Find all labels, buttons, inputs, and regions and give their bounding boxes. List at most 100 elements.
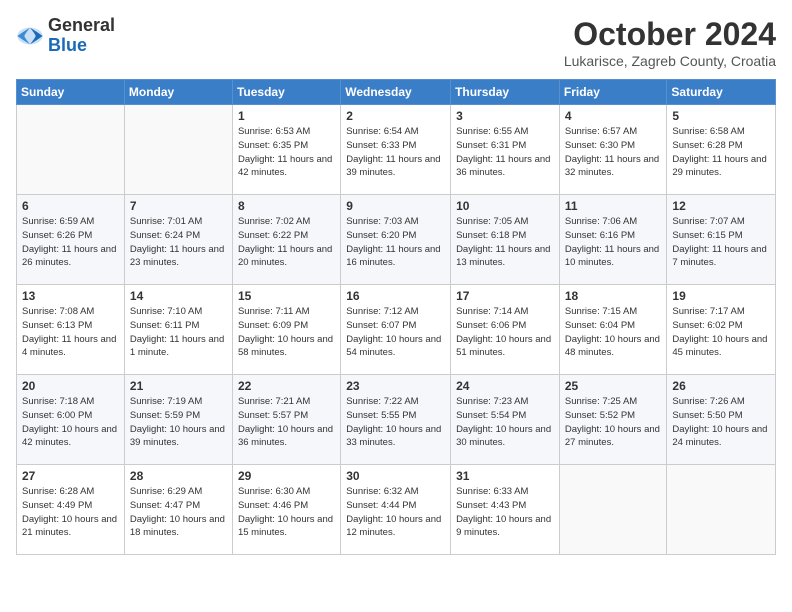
day-info: Sunrise: 7:03 AMSunset: 6:20 PMDaylight:… (346, 215, 445, 270)
day-info: Sunrise: 7:15 AMSunset: 6:04 PMDaylight:… (565, 305, 662, 360)
calendar-cell: 3Sunrise: 6:55 AMSunset: 6:31 PMDaylight… (451, 105, 560, 195)
calendar-cell: 7 Sunrise: 7:01 AMSunset: 6:24 PMDaylight… (124, 195, 232, 285)
calendar-cell: 30 Sunrise: 6:32 AMSunset: 4:44 PMDayligh… (341, 465, 451, 555)
month-title: October 2024 (564, 16, 776, 53)
calendar-cell: 10 Sunrise: 7:05 AMSunset: 6:18 PMDayligh… (451, 195, 560, 285)
day-number: 16 (346, 289, 445, 303)
calendar-cell (17, 105, 125, 195)
day-info: Sunrise: 6:33 AMSunset: 4:43 PMDaylight:… (456, 485, 554, 540)
day-info: Sunrise: 7:12 AMSunset: 6:07 PMDaylight:… (346, 305, 445, 360)
day-info: Sunrise: 6:32 AMSunset: 4:44 PMDaylight:… (346, 485, 445, 540)
day-number: 4 (565, 109, 662, 123)
calendar-cell: 12 Sunrise: 7:07 AMSunset: 6:15 PMDayligh… (667, 195, 776, 285)
calendar-cell: 5Sunrise: 6:58 AMSunset: 6:28 PMDaylight… (667, 105, 776, 195)
day-number: 20 (22, 379, 119, 393)
header-monday: Monday (124, 80, 232, 105)
day-number: 2 (346, 109, 445, 123)
calendar-cell: 16 Sunrise: 7:12 AMSunset: 6:07 PMDayligh… (341, 285, 451, 375)
day-number: 10 (456, 199, 554, 213)
day-info: Sunrise: 6:54 AMSunset: 6:33 PMDaylight:… (346, 125, 445, 180)
day-info: Sunrise: 6:28 AMSunset: 4:49 PMDaylight:… (22, 485, 119, 540)
calendar-cell: 18 Sunrise: 7:15 AMSunset: 6:04 PMDayligh… (559, 285, 667, 375)
logo-blue: Blue (48, 36, 115, 56)
day-number: 31 (456, 469, 554, 483)
calendar-cell: 27 Sunrise: 6:28 AMSunset: 4:49 PMDayligh… (17, 465, 125, 555)
day-info: Sunrise: 7:01 AMSunset: 6:24 PMDaylight:… (130, 215, 227, 270)
day-number: 3 (456, 109, 554, 123)
calendar-cell: 4Sunrise: 6:57 AMSunset: 6:30 PMDaylight… (559, 105, 667, 195)
day-number: 22 (238, 379, 335, 393)
day-info: Sunrise: 7:08 AMSunset: 6:13 PMDaylight:… (22, 305, 119, 360)
title-block: October 2024 Lukarisce, Zagreb County, C… (564, 16, 776, 69)
day-info: Sunrise: 7:02 AMSunset: 6:22 PMDaylight:… (238, 215, 335, 270)
day-info: Sunrise: 7:18 AMSunset: 6:00 PMDaylight:… (22, 395, 119, 450)
calendar-table: SundayMondayTuesdayWednesdayThursdayFrid… (16, 79, 776, 555)
day-info: Sunrise: 7:07 AMSunset: 6:15 PMDaylight:… (672, 215, 770, 270)
logo-icon (16, 22, 44, 50)
calendar-cell: 14Sunrise: 7:10 AMSunset: 6:11 PMDayligh… (124, 285, 232, 375)
day-number: 29 (238, 469, 335, 483)
day-info: Sunrise: 7:05 AMSunset: 6:18 PMDaylight:… (456, 215, 554, 270)
day-number: 30 (346, 469, 445, 483)
header-row: SundayMondayTuesdayWednesdayThursdayFrid… (17, 80, 776, 105)
day-info: Sunrise: 7:21 AMSunset: 5:57 PMDaylight:… (238, 395, 335, 450)
calendar-cell: 13Sunrise: 7:08 AMSunset: 6:13 PMDayligh… (17, 285, 125, 375)
day-info: Sunrise: 7:11 AMSunset: 6:09 PMDaylight:… (238, 305, 335, 360)
logo-text: General Blue (48, 16, 115, 56)
day-number: 23 (346, 379, 445, 393)
calendar-cell: 9 Sunrise: 7:03 AMSunset: 6:20 PMDaylight… (341, 195, 451, 285)
day-info: Sunrise: 7:06 AMSunset: 6:16 PMDaylight:… (565, 215, 662, 270)
location-title: Lukarisce, Zagreb County, Croatia (564, 53, 776, 69)
day-number: 27 (22, 469, 119, 483)
calendar-cell: 8 Sunrise: 7:02 AMSunset: 6:22 PMDaylight… (232, 195, 340, 285)
day-info: Sunrise: 7:26 AMSunset: 5:50 PMDaylight:… (672, 395, 770, 450)
day-number: 28 (130, 469, 227, 483)
week-row-4: 20 Sunrise: 7:18 AMSunset: 6:00 PMDayligh… (17, 375, 776, 465)
header-wednesday: Wednesday (341, 80, 451, 105)
week-row-3: 13Sunrise: 7:08 AMSunset: 6:13 PMDayligh… (17, 285, 776, 375)
calendar-cell (124, 105, 232, 195)
calendar-cell: 29 Sunrise: 6:30 AMSunset: 4:46 PMDayligh… (232, 465, 340, 555)
day-number: 12 (672, 199, 770, 213)
day-info: Sunrise: 6:53 AMSunset: 6:35 PMDaylight:… (238, 125, 335, 180)
day-number: 7 (130, 199, 227, 213)
day-number: 26 (672, 379, 770, 393)
logo-general: General (48, 16, 115, 36)
day-number: 1 (238, 109, 335, 123)
calendar-cell: 17Sunrise: 7:14 AMSunset: 6:06 PMDayligh… (451, 285, 560, 375)
day-number: 9 (346, 199, 445, 213)
calendar-cell: 24Sunrise: 7:23 AMSunset: 5:54 PMDayligh… (451, 375, 560, 465)
calendar-cell: 31 Sunrise: 6:33 AMSunset: 4:43 PMDayligh… (451, 465, 560, 555)
day-number: 17 (456, 289, 554, 303)
day-number: 25 (565, 379, 662, 393)
calendar-header: SundayMondayTuesdayWednesdayThursdayFrid… (17, 80, 776, 105)
calendar-cell: 25 Sunrise: 7:25 AMSunset: 5:52 PMDayligh… (559, 375, 667, 465)
day-number: 14 (130, 289, 227, 303)
week-row-1: 1 Sunrise: 6:53 AMSunset: 6:35 PMDaylight… (17, 105, 776, 195)
day-number: 24 (456, 379, 554, 393)
day-number: 15 (238, 289, 335, 303)
calendar-cell: 6Sunrise: 6:59 AMSunset: 6:26 PMDaylight… (17, 195, 125, 285)
day-info: Sunrise: 7:17 AMSunset: 6:02 PMDaylight:… (672, 305, 770, 360)
day-info: Sunrise: 7:19 AMSunset: 5:59 PMDaylight:… (130, 395, 227, 450)
day-number: 11 (565, 199, 662, 213)
calendar-cell: 2 Sunrise: 6:54 AMSunset: 6:33 PMDaylight… (341, 105, 451, 195)
day-info: Sunrise: 7:22 AMSunset: 5:55 PMDaylight:… (346, 395, 445, 450)
header-friday: Friday (559, 80, 667, 105)
day-info: Sunrise: 6:29 AMSunset: 4:47 PMDaylight:… (130, 485, 227, 540)
day-info: Sunrise: 7:25 AMSunset: 5:52 PMDaylight:… (565, 395, 662, 450)
day-number: 8 (238, 199, 335, 213)
calendar-cell: 23 Sunrise: 7:22 AMSunset: 5:55 PMDayligh… (341, 375, 451, 465)
week-row-5: 27 Sunrise: 6:28 AMSunset: 4:49 PMDayligh… (17, 465, 776, 555)
day-info: Sunrise: 6:30 AMSunset: 4:46 PMDaylight:… (238, 485, 335, 540)
logo: General Blue (16, 16, 115, 56)
day-number: 19 (672, 289, 770, 303)
calendar-cell: 19 Sunrise: 7:17 AMSunset: 6:02 PMDayligh… (667, 285, 776, 375)
page-header: General Blue October 2024 Lukarisce, Zag… (16, 16, 776, 69)
header-thursday: Thursday (451, 80, 560, 105)
day-number: 18 (565, 289, 662, 303)
header-tuesday: Tuesday (232, 80, 340, 105)
header-sunday: Sunday (17, 80, 125, 105)
calendar-cell: 28 Sunrise: 6:29 AMSunset: 4:47 PMDayligh… (124, 465, 232, 555)
calendar-cell (667, 465, 776, 555)
